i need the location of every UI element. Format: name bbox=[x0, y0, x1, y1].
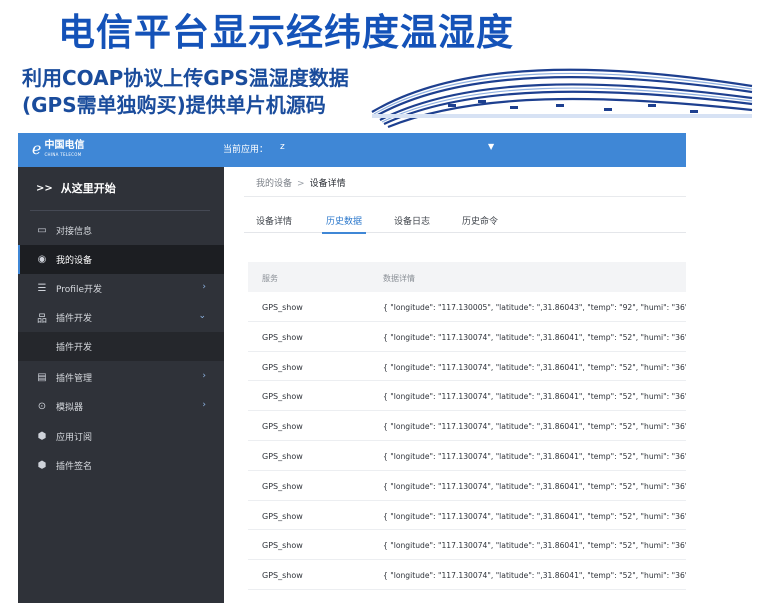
box-icon: ▤ bbox=[37, 372, 47, 383]
history-data-table: 服务 数据详情 GPS_show { "longitude": "117.1300… bbox=[248, 262, 686, 590]
cell-data-detail: { "longitude": "117.130074", "latitude":… bbox=[383, 422, 686, 432]
current-app-label: 当前应用： bbox=[223, 145, 269, 155]
breadcrumb-current: 设备详情 bbox=[309, 179, 346, 189]
cell-data-detail: { "longitude": "117.130074", "latitude":… bbox=[383, 362, 686, 372]
table-row[interactable]: GPS_show { "longitude": "117.130005", "la… bbox=[248, 292, 686, 322]
cell-data-detail: { "longitude": "117.130074", "latitude":… bbox=[383, 451, 686, 461]
cell-service: GPS_show bbox=[262, 511, 303, 521]
table-row[interactable]: GPS_show { "longitude": "117.130074", "la… bbox=[248, 530, 686, 561]
sidebar-item-plugin-manage[interactable]: ▤ 插件管理 › bbox=[18, 363, 224, 392]
sidebar-header-label: 从这里开始 bbox=[60, 182, 116, 195]
sidebar-item-label: Profile开发 bbox=[56, 285, 102, 295]
cell-data-detail: { "longitude": "117.130005", "latitude":… bbox=[383, 303, 686, 312]
sidebar-item-plugin-dev[interactable]: 品 插件开发 ⌄ bbox=[18, 303, 224, 332]
active-tab-indicator bbox=[322, 232, 366, 234]
cell-data-detail: { "longitude": "117.130074", "latitude":… bbox=[383, 332, 686, 342]
sidebar-item-label: 对接信息 bbox=[56, 227, 93, 237]
sidebar-item-label: 模拟器 bbox=[56, 403, 84, 413]
logo-text-en: CHINA TELECOM bbox=[44, 151, 82, 157]
cell-service: GPS_show bbox=[262, 332, 303, 342]
tab-history-commands[interactable]: 历史命令 bbox=[462, 214, 498, 227]
sidebar-item-app-subscribe[interactable]: ⬢ 应用订阅 bbox=[18, 422, 224, 451]
chevron-right-icon: › bbox=[202, 282, 206, 292]
tab-device-log[interactable]: 设备日志 bbox=[394, 214, 430, 227]
tab-history-data[interactable]: 历史数据 bbox=[326, 214, 362, 227]
cell-service: GPS_show bbox=[262, 481, 303, 491]
column-header-detail: 数据详情 bbox=[383, 274, 415, 283]
cell-data-detail: { "longitude": "117.130074", "latitude":… bbox=[383, 511, 686, 521]
sidebar-item-my-devices[interactable]: ◉ 我的设备 bbox=[18, 245, 224, 274]
current-app-select[interactable]: z bbox=[280, 142, 285, 152]
sidebar-item-profile-dev[interactable]: ☰ Profile开发 › bbox=[18, 274, 224, 303]
sidebar-item-label: 插件签名 bbox=[56, 462, 93, 472]
breadcrumb: 我的设备 > 设备详情 bbox=[256, 176, 346, 189]
cell-data-detail: { "longitude": "117.130074", "latitude":… bbox=[383, 481, 686, 491]
cell-data-detail: { "longitude": "117.130074", "latitude":… bbox=[383, 571, 686, 581]
chevron-right-icon: › bbox=[202, 371, 206, 381]
caret-down-icon[interactable]: ▼ bbox=[488, 142, 494, 151]
table-row[interactable]: GPS_show { "longitude": "117.130074", "la… bbox=[248, 441, 686, 471]
chevron-right-icon: › bbox=[202, 400, 206, 410]
banner-subtitle-line1: 利用COAP协议上传GPS温湿度数据 bbox=[22, 66, 349, 90]
sidebar: >> 从这里开始 ▭ 对接信息 ◉ 我的设备 ☰ Profile开发 › 品 插… bbox=[18, 167, 224, 603]
cell-service: GPS_show bbox=[262, 362, 303, 372]
breadcrumb-divider bbox=[244, 196, 686, 197]
main-content: 我的设备 > 设备详情 设备详情 历史数据 设备日志 历史命令 服务 数据详情 GP… bbox=[224, 167, 686, 603]
table-header: 服务 数据详情 bbox=[248, 262, 686, 292]
double-chevron-icon: >> bbox=[36, 182, 53, 194]
table-row[interactable]: GPS_show { "longitude": "117.130074", "la… bbox=[248, 501, 686, 531]
sidebar-item-label: 插件开发 bbox=[56, 343, 93, 353]
sidebar-item-simulator[interactable]: ⊙ 模拟器 › bbox=[18, 392, 224, 421]
simulator-icon: ⊙ bbox=[37, 401, 47, 412]
tab-bar: 设备详情 历史数据 设备日志 历史命令 bbox=[244, 211, 686, 234]
sidebar-header[interactable]: >> 从这里开始 bbox=[18, 167, 224, 209]
cell-service: GPS_show bbox=[262, 422, 303, 432]
table-row[interactable]: GPS_show { "longitude": "117.130074", "la… bbox=[248, 471, 686, 501]
chevron-down-icon: ⌄ bbox=[198, 311, 206, 321]
breadcrumb-parent-link[interactable]: 我的设备 bbox=[256, 179, 292, 189]
banner-subtitle-line2: (GPS需单独购买)提供单片机源码 bbox=[22, 93, 326, 117]
cell-data-detail: { "longitude": "117.130074", "latitude":… bbox=[383, 392, 686, 402]
table-row[interactable]: GPS_show { "longitude": "117.130074", "la… bbox=[248, 411, 686, 441]
tab-device-details[interactable]: 设备详情 bbox=[256, 214, 292, 227]
sidebar-item-label: 插件开发 bbox=[56, 314, 93, 324]
banner: 电信平台显示经纬度温湿度 利用COAP协议上传GPS温湿度数据 (GPS需单独购… bbox=[0, 0, 760, 130]
sidebar-subitem-plugin-dev[interactable]: 插件开发 bbox=[18, 332, 224, 361]
plugin-icon: 品 bbox=[37, 314, 47, 325]
sidebar-item-integration-info[interactable]: ▭ 对接信息 bbox=[18, 216, 224, 245]
cell-service: GPS_show bbox=[262, 392, 303, 402]
cell-service: GPS_show bbox=[262, 571, 303, 581]
table-row[interactable]: GPS_show { "longitude": "117.130074", "la… bbox=[248, 560, 686, 590]
logo-text-cn: 中国电信 bbox=[44, 139, 85, 151]
device-icon: ◉ bbox=[37, 254, 47, 265]
sign-icon: ⬢ bbox=[37, 460, 47, 471]
table-row[interactable]: GPS_show { "longitude": "117.130074", "la… bbox=[248, 381, 686, 412]
breadcrumb-separator-icon: > bbox=[297, 179, 305, 189]
cell-data-detail: { "longitude": "117.130074", "latitude":… bbox=[383, 541, 686, 551]
cell-service: GPS_show bbox=[262, 541, 303, 551]
banner-title: 电信平台显示经纬度温湿度 bbox=[58, 11, 514, 54]
document-icon: ▭ bbox=[37, 225, 47, 236]
telecom-logo-icon: ℯ bbox=[32, 139, 42, 158]
telecom-logo[interactable]: ℯ 中国电信 CHINA TELECOM bbox=[32, 139, 84, 158]
column-header-service: 服务 bbox=[262, 274, 278, 283]
table-row[interactable]: GPS_show { "longitude": "117.130074", "la… bbox=[248, 322, 686, 352]
cell-service: GPS_show bbox=[262, 451, 303, 461]
sidebar-item-label: 我的设备 bbox=[56, 256, 93, 266]
sidebar-item-label: 应用订阅 bbox=[56, 433, 93, 443]
sidebar-item-label: 插件管理 bbox=[56, 374, 93, 384]
list-icon: ☰ bbox=[37, 283, 47, 294]
sidebar-item-plugin-sign[interactable]: ⬢ 插件签名 bbox=[18, 451, 224, 480]
top-bar: ℯ 中国电信 CHINA TELECOM 当前应用： z ▼ bbox=[18, 133, 686, 167]
sidebar-divider bbox=[30, 210, 210, 211]
app-window: ℯ 中国电信 CHINA TELECOM 当前应用： z ▼ >> 从这里开始 … bbox=[18, 133, 686, 603]
table-row[interactable]: GPS_show { "longitude": "117.130074", "la… bbox=[248, 352, 686, 382]
cell-service: GPS_show bbox=[262, 303, 303, 312]
subscribe-icon: ⬢ bbox=[37, 431, 47, 442]
